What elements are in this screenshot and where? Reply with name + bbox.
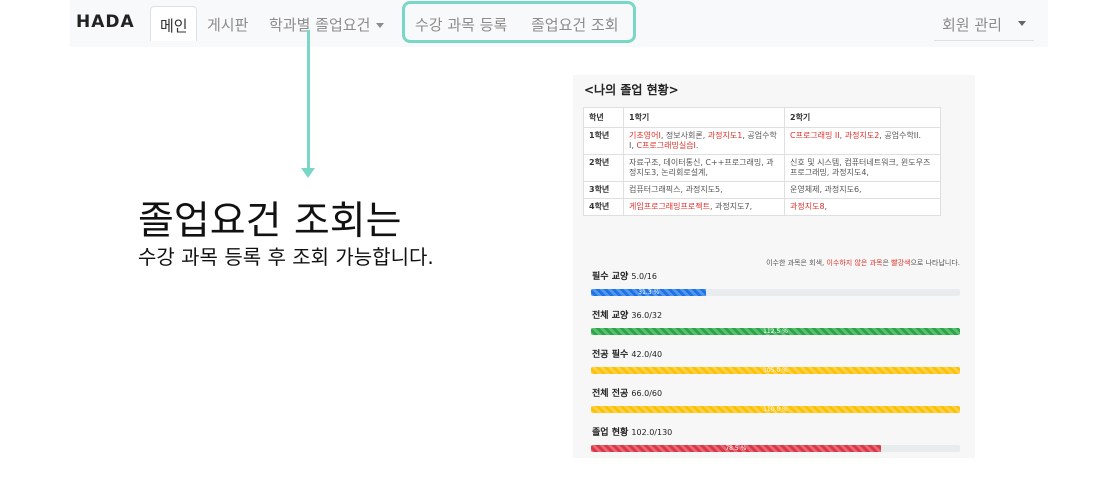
legend-note: 이수한 과목은 회색, 이수하지 않은 과목은 빨강색으로 나타납니다. xyxy=(766,258,960,268)
table-row: 4학년 게임프로그래밍프로젝트, 과정지도7, 과정지도8, xyxy=(583,198,941,216)
semester-2-cell: C프로그래밍 II, 과정지도2, 공업수학II. xyxy=(784,127,941,155)
course-not-taken: 기초영어I xyxy=(629,131,661,140)
progress-bar: 110.0 % xyxy=(591,406,960,413)
member-menu[interactable]: 회원 관리 xyxy=(934,6,1034,41)
progress-label: 필수 교양 5.0/16 xyxy=(592,269,657,282)
progress-value: 5.0/16 xyxy=(631,272,657,281)
semester-1-cell: 게임프로그래밍프로젝트, 과정지도7, xyxy=(623,198,785,216)
progress-label: 전체 교양 36.0/32 xyxy=(592,308,662,321)
progress-percent: 110.0 % xyxy=(763,406,788,413)
table-row: 2학년 자료구조, 데이터통신, C++프로그래밍, 과정지도3, 논리회로설계,… xyxy=(583,154,941,182)
progress-label-text: 전체 전공 xyxy=(592,389,632,399)
progress-value: 42.0/40 xyxy=(631,350,663,359)
callout-subtitle: 수강 과목 등록 후 조회 가능합니다. xyxy=(138,245,434,269)
callout-arrow-line xyxy=(307,30,310,170)
course-text: 자료구조, 데이터통신, C++프로그래밍, 과정지도3, 논리회로설계, xyxy=(629,158,774,177)
callout-title: 졸업요건 조회는 xyxy=(138,199,402,244)
progress-value: 36.0/32 xyxy=(631,311,663,320)
chevron-down-icon xyxy=(1018,21,1026,26)
brand-logo[interactable]: HADA xyxy=(76,12,135,32)
course-text: 으로 나타납니다. xyxy=(910,259,960,267)
table-row: 1학년 기초영어I, 정보사회론, 과정지도1, 공업수학I, C프로그래밍실습I… xyxy=(583,127,941,155)
semester-1-cell: 기초영어I, 정보사회론, 과정지도1, 공업수학I, C프로그래밍실습I. xyxy=(623,127,785,155)
arrow-down-icon xyxy=(301,168,315,178)
progress-percent: 112.5 % xyxy=(763,328,788,335)
course-not-taken: 과정지도8 xyxy=(790,202,825,211)
course-text: , 과정지도7, xyxy=(709,202,753,211)
progress-fill: 78.5 % xyxy=(591,445,881,452)
progress-fill: 112.5 % xyxy=(591,328,960,335)
progress-percent: 78.5 % xyxy=(725,445,747,452)
year-cell: 2학년 xyxy=(583,154,624,182)
progress-value: 102.0/130 xyxy=(631,428,673,437)
progress-fill: 110.0 % xyxy=(591,406,960,413)
course-text: , 정보사회론, xyxy=(660,131,708,140)
progress-percent: 31.3 % xyxy=(638,289,660,296)
course-text: . xyxy=(695,141,699,150)
progress-fill: 31.3 % xyxy=(591,289,707,296)
course-not-taken: 과정지도2 xyxy=(844,131,880,140)
year-cell: 1학년 xyxy=(583,127,624,155)
semester-2-cell: 신호 및 시스템, 컴퓨터네트워크, 윈도우즈프로그래밍, 과정지도4, xyxy=(784,154,941,182)
progress-label: 졸업 현황 102.0/130 xyxy=(592,425,672,438)
highlight-box xyxy=(402,1,636,43)
graduation-status-panel: <나의 졸업 현황> 학년 1학기 2학기 1학년 기초영어I, 정보사회론, 과… xyxy=(573,75,975,458)
course-not-taken: 이수하지 않은 과목 xyxy=(826,259,883,267)
course-not-taken: C프로그래밍실습I xyxy=(636,141,696,150)
progress-label-text: 졸업 현황 xyxy=(592,428,632,438)
nav-item-board[interactable]: 게시판 xyxy=(207,14,248,35)
curriculum-table: 학년 1학기 2학기 1학년 기초영어I, 정보사회론, 과정지도1, 공업수학I… xyxy=(583,107,941,216)
year-cell: 3학년 xyxy=(583,181,624,199)
progress-bar: 112.5 % xyxy=(591,328,960,335)
progress-bar: 31.3 % xyxy=(591,289,960,296)
nav-item-main-label: 메인 xyxy=(160,17,188,35)
nav-item-main[interactable]: 메인 xyxy=(150,6,197,41)
semester-1-cell: 자료구조, 데이터통신, C++프로그래밍, 과정지도3, 논리회로설계, xyxy=(623,154,785,182)
course-not-taken: 빨강색 xyxy=(891,259,911,267)
progress-percent: 105.0 % xyxy=(763,367,788,374)
header-semester-1: 1학기 xyxy=(623,107,785,128)
progress-value: 66.0/60 xyxy=(631,389,663,398)
nav-item-dept-requirements-label: 학과별 졸업요건 xyxy=(269,16,371,34)
progress-fill: 105.0 % xyxy=(591,367,960,374)
progress-label: 전체 전공 66.0/60 xyxy=(592,386,662,399)
progress-label: 전공 필수 42.0/40 xyxy=(592,347,662,360)
course-text: 컴퓨터그래픽스, 과정지도5, xyxy=(629,185,723,194)
progress-label-text: 전공 필수 xyxy=(592,350,632,360)
progress-label-text: 전체 교양 xyxy=(592,311,632,321)
year-cell: 4학년 xyxy=(583,198,624,216)
table-row: 3학년 컴퓨터그래픽스, 과정지도5, 운영체제, 과정지도6, xyxy=(583,181,941,199)
member-menu-label: 회원 관리 xyxy=(942,16,1002,34)
panel-title: <나의 졸업 현황> xyxy=(584,83,679,97)
header-year: 학년 xyxy=(583,107,624,128)
progress-bar: 105.0 % xyxy=(591,367,960,374)
course-not-taken: C프로그래밍 II xyxy=(790,131,840,140)
course-text: , 공업수학II. xyxy=(879,131,922,140)
progress-bar: 78.5 % xyxy=(591,445,960,452)
semester-2-cell: 과정지도8, xyxy=(784,198,941,216)
course-not-taken: 과정지도1 xyxy=(707,131,743,140)
semester-1-cell: 컴퓨터그래픽스, 과정지도5, xyxy=(623,181,785,199)
course-not-taken: 게임프로그래밍프로젝트 xyxy=(629,202,710,211)
progress-label-text: 필수 교양 xyxy=(592,272,632,282)
semester-2-cell: 운영체제, 과정지도6, xyxy=(784,181,941,199)
course-text: , xyxy=(824,202,828,211)
chevron-down-icon xyxy=(376,23,385,28)
header-semester-2: 2학기 xyxy=(784,107,941,128)
table-header-row: 학년 1학기 2학기 xyxy=(583,107,941,128)
course-text: 운영체제, 과정지도6, xyxy=(790,185,862,194)
course-text: 은 xyxy=(882,259,892,267)
course-text: 이수한 과목은 회색, xyxy=(766,259,827,267)
course-text: 신호 및 시스템, 컴퓨터네트워크, 윈도우즈프로그래밍, 과정지도4, xyxy=(790,158,931,177)
nav-item-dept-requirements[interactable]: 학과별 졸업요건 xyxy=(269,14,385,35)
